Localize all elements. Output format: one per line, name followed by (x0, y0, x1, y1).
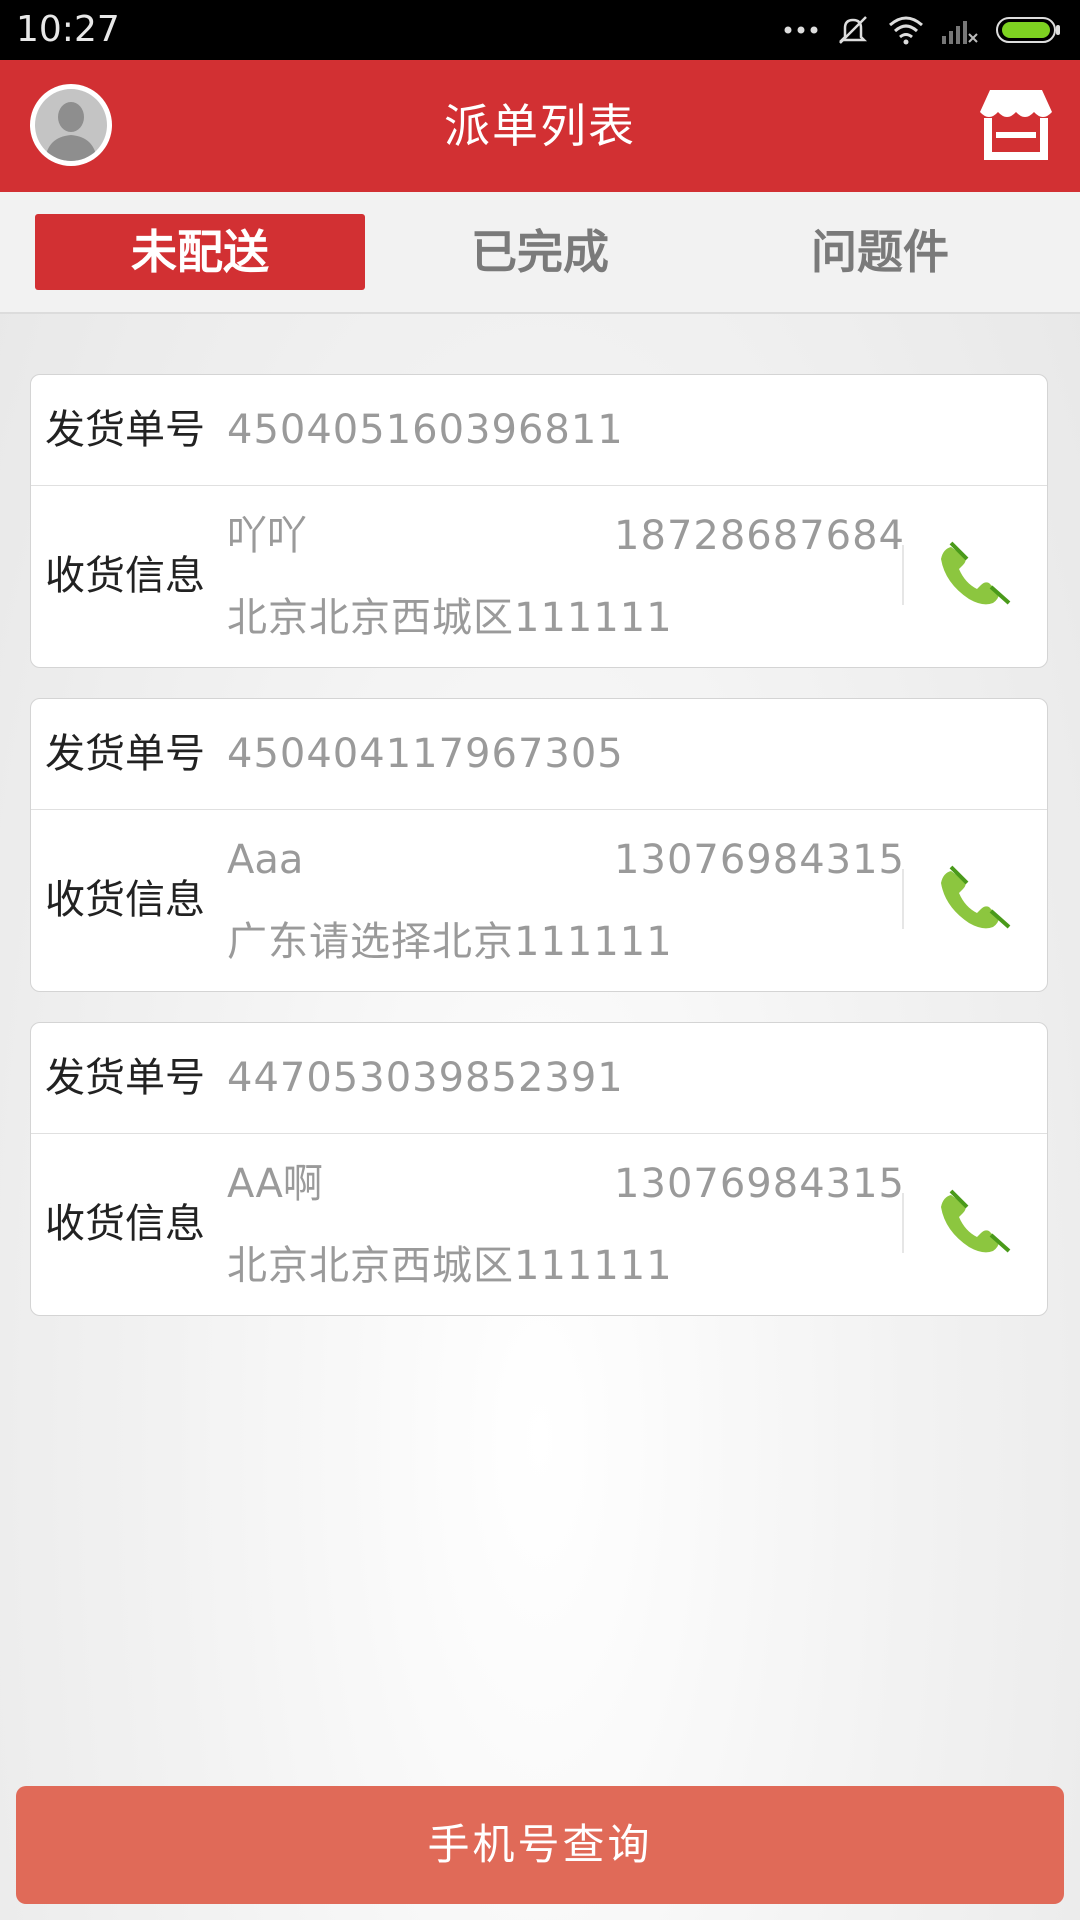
status-icons (784, 12, 1062, 48)
order-number: 450404117967305 (227, 731, 624, 777)
signal-icon (942, 21, 978, 44)
tab-undelivered[interactable]: 未配送 (35, 214, 365, 290)
receiver-info-label: 收货信息 (45, 553, 205, 599)
order-card[interactable]: 发货单号 450404117967305 收货信息 Aaa 1307698431… (30, 698, 1048, 992)
battery-icon (996, 17, 1060, 43)
mute-icon (838, 16, 868, 44)
order-card[interactable]: 发货单号 450405160396811 收货信息 吖吖 18728687684… (30, 374, 1048, 668)
receiver-row: 收货信息 AA啊 13076984315 北京北京西城区111111 (31, 1133, 1047, 1317)
page-title: 派单列表 (444, 99, 636, 153)
order-number: 450405160396811 (227, 407, 624, 453)
call-button[interactable] (931, 1185, 1021, 1265)
tab-problem[interactable]: 问题件 (715, 214, 1045, 290)
receiver-info-label: 收货信息 (45, 1201, 205, 1247)
divider (902, 545, 904, 605)
phone-icon (941, 1189, 1011, 1253)
wifi-icon (889, 16, 923, 45)
store-icon (980, 90, 1052, 160)
search-by-phone-button[interactable]: 手机号查询 (16, 1786, 1064, 1904)
receiver-phone: 13076984315 (614, 1161, 905, 1207)
call-button[interactable] (931, 861, 1021, 941)
order-card[interactable]: 发货单号 447053039852391 收货信息 AA啊 1307698431… (30, 1022, 1048, 1316)
receiver-address: 北京北京西城区111111 (227, 1243, 673, 1289)
order-number-row: 发货单号 447053039852391 (31, 1023, 1047, 1134)
receiver-name: 吖吖 (227, 513, 307, 559)
more-dots-icon (784, 26, 818, 34)
tab-bar: 未配送 已完成 问题件 (0, 192, 1080, 314)
receiver-phone: 13076984315 (614, 837, 905, 883)
receiver-address: 广东请选择北京111111 (227, 919, 673, 965)
receiver-address: 北京北京西城区111111 (227, 595, 673, 641)
status-time: 10:27 (16, 9, 120, 50)
receiver-row: 收货信息 吖吖 18728687684 北京北京西城区111111 (31, 485, 1047, 669)
order-number: 447053039852391 (227, 1055, 624, 1101)
order-list: 发货单号 450405160396811 收货信息 吖吖 18728687684… (30, 374, 1050, 1346)
order-number-row: 发货单号 450404117967305 (31, 699, 1047, 810)
receiver-phone: 18728687684 (614, 513, 905, 559)
order-number-label: 发货单号 (45, 731, 205, 777)
order-number-row: 发货单号 450405160396811 (31, 375, 1047, 486)
app-header: 派单列表 (0, 60, 1080, 192)
status-bar: 10:27 (0, 0, 1080, 60)
call-button[interactable] (931, 537, 1021, 617)
phone-icon (941, 865, 1011, 929)
receiver-info-label: 收货信息 (45, 877, 205, 923)
order-number-label: 发货单号 (45, 407, 205, 453)
divider (902, 1193, 904, 1253)
tab-completed[interactable]: 已完成 (375, 214, 705, 290)
divider (902, 869, 904, 929)
store-button[interactable] (980, 88, 1052, 162)
receiver-row: 收货信息 Aaa 13076984315 广东请选择北京111111 (31, 809, 1047, 993)
receiver-name: AA啊 (227, 1161, 323, 1207)
phone-icon (941, 541, 1011, 605)
receiver-name: Aaa (227, 837, 304, 883)
order-number-label: 发货单号 (45, 1055, 205, 1101)
